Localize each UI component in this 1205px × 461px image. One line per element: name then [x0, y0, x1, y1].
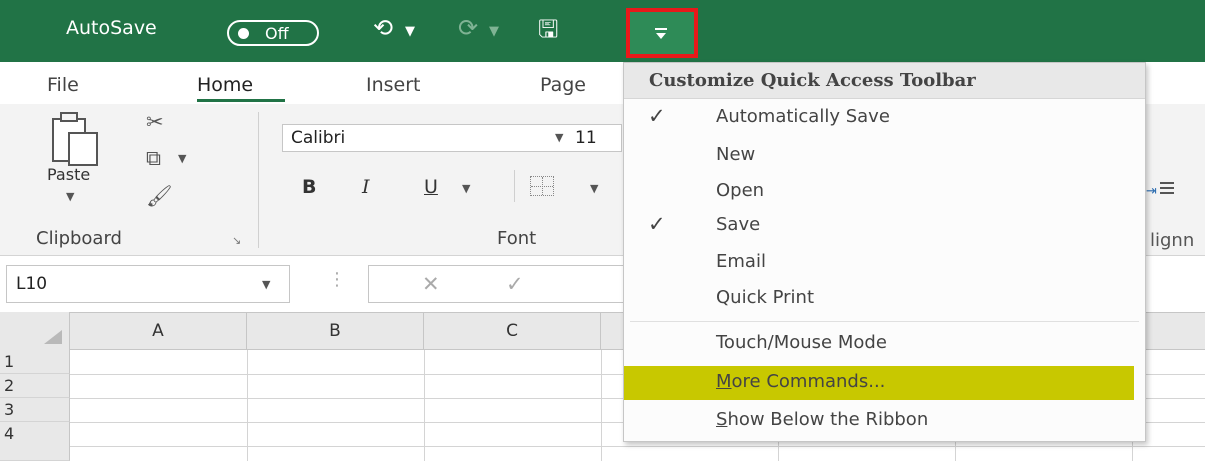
- autosave-label: AutoSave: [66, 17, 157, 39]
- clipboard-group-label: Clipboard: [36, 228, 122, 249]
- menu-item-label: Email: [716, 251, 766, 272]
- enter-icon[interactable]: ✓: [506, 272, 524, 296]
- tab-file[interactable]: File: [47, 74, 79, 96]
- column-header[interactable]: C: [424, 312, 601, 350]
- underline-dropdown-icon[interactable]: ▼: [462, 182, 470, 195]
- increase-indent-icon[interactable]: ⇥: [1146, 180, 1176, 198]
- redo-icon[interactable]: ⟳: [458, 14, 478, 42]
- menu-item-label: New: [716, 144, 756, 165]
- undo-icon[interactable]: ⟲: [373, 14, 393, 42]
- autosave-toggle[interactable]: Off: [227, 20, 319, 46]
- tab-insert[interactable]: Insert: [366, 74, 421, 96]
- name-box-dropdown-icon[interactable]: ▼: [262, 278, 270, 291]
- grid-line: [424, 350, 425, 461]
- menu-item-save[interactable]: ✓ Save: [624, 209, 1145, 243]
- cut-icon[interactable]: ✂: [146, 110, 164, 134]
- menu-item-label: Show Below the Ribbon: [716, 409, 928, 430]
- ribbon-separator: [514, 170, 515, 202]
- cancel-icon[interactable]: ✕: [422, 272, 440, 296]
- row-header[interactable]: 1: [0, 350, 70, 374]
- tab-page-layout[interactable]: Page: [540, 74, 586, 96]
- save-icon[interactable]: 🖫: [538, 12, 558, 53]
- menu-item-label: Save: [716, 214, 761, 235]
- font-size-value[interactable]: 11: [575, 128, 597, 148]
- bold-button[interactable]: B: [302, 176, 316, 198]
- mnemonic: S: [716, 409, 728, 430]
- name-box-value: L10: [16, 274, 48, 294]
- menu-separator: [630, 321, 1139, 322]
- grid-line: [70, 446, 1205, 447]
- tab-home[interactable]: Home: [197, 74, 253, 96]
- paste-icon[interactable]: [52, 112, 102, 166]
- italic-button[interactable]: I: [362, 176, 370, 198]
- menu-item-more-commands[interactable]: More Commands...: [624, 366, 1134, 400]
- customize-quick-access-toolbar-button[interactable]: [626, 8, 698, 58]
- formula-bar-buttons: [368, 265, 624, 303]
- menu-item-label: Open: [716, 180, 765, 201]
- menu-header: Customize Quick Access Toolbar: [624, 63, 1145, 99]
- menu-title: Customize Quick Access Toolbar: [649, 70, 976, 91]
- font-name-value: Calibri: [291, 128, 346, 148]
- paste-dropdown-icon[interactable]: ▼: [66, 190, 74, 203]
- column-header[interactable]: A: [70, 312, 247, 350]
- redo-dropdown-icon[interactable]: ▼: [489, 24, 499, 39]
- checkmark-icon: ✓: [648, 212, 666, 236]
- customize-qat-menu: Customize Quick Access Toolbar ✓ Automat…: [623, 62, 1146, 442]
- title-bar: [0, 0, 1205, 62]
- mnemonic: M: [716, 371, 732, 392]
- menu-item-label: More Commands...: [716, 371, 885, 392]
- menu-item-label: Quick Print: [716, 287, 815, 308]
- customize-quick-access-toolbar-icon: [651, 20, 673, 44]
- menu-item-touch-mouse-mode[interactable]: Touch/Mouse Mode: [624, 327, 1145, 361]
- menu-item-label: Touch/Mouse Mode: [716, 332, 887, 353]
- font-group-label: Font: [497, 228, 537, 249]
- row-header[interactable]: 4: [0, 422, 70, 461]
- undo-dropdown-icon[interactable]: ▼: [405, 24, 415, 39]
- grid-line: [247, 350, 248, 461]
- format-painter-icon[interactable]: 🖌: [146, 184, 173, 209]
- paste-button-label[interactable]: Paste: [47, 165, 90, 184]
- font-name-dropdown-icon[interactable]: ▼: [555, 131, 563, 144]
- menu-item-label-rest: how Below the Ribbon: [727, 409, 929, 430]
- row-header[interactable]: 3: [0, 398, 70, 422]
- autosave-state: Off: [265, 24, 289, 43]
- grid-line: [601, 350, 602, 461]
- menu-item-new[interactable]: New: [624, 139, 1145, 173]
- column-header[interactable]: B: [247, 312, 424, 350]
- menu-item-open[interactable]: Open: [624, 175, 1145, 209]
- borders-dropdown-icon[interactable]: ▼: [590, 182, 598, 195]
- menu-item-automatically-save[interactable]: ✓ Automatically Save: [624, 101, 1145, 135]
- clipboard-dialog-launcher-icon[interactable]: ↘: [232, 234, 241, 247]
- menu-item-quick-print[interactable]: Quick Print: [624, 282, 1145, 316]
- toggle-knob: [238, 28, 249, 39]
- copy-icon[interactable]: ⧉: [146, 146, 161, 171]
- borders-icon[interactable]: [530, 176, 554, 196]
- checkmark-icon: ✓: [648, 104, 666, 128]
- font-name-box[interactable]: Calibri ▼ 11: [282, 124, 622, 152]
- name-box[interactable]: L10 ▼: [6, 265, 290, 303]
- alignment-group-label: lignn: [1150, 230, 1195, 251]
- formula-bar-grip-icon: ⋮: [328, 269, 346, 290]
- menu-item-email[interactable]: Email: [624, 246, 1145, 280]
- underline-button[interactable]: U: [424, 176, 438, 198]
- copy-dropdown-icon[interactable]: ▼: [178, 152, 186, 165]
- menu-item-label: Automatically Save: [716, 106, 890, 127]
- menu-item-label-rest: ore Commands...: [731, 371, 886, 392]
- row-header[interactable]: 2: [0, 374, 70, 398]
- active-tab-indicator: [197, 99, 285, 102]
- menu-item-show-below-ribbon[interactable]: Show Below the Ribbon: [624, 404, 1145, 438]
- select-all-icon: [44, 330, 62, 344]
- ribbon-separator: [258, 112, 259, 248]
